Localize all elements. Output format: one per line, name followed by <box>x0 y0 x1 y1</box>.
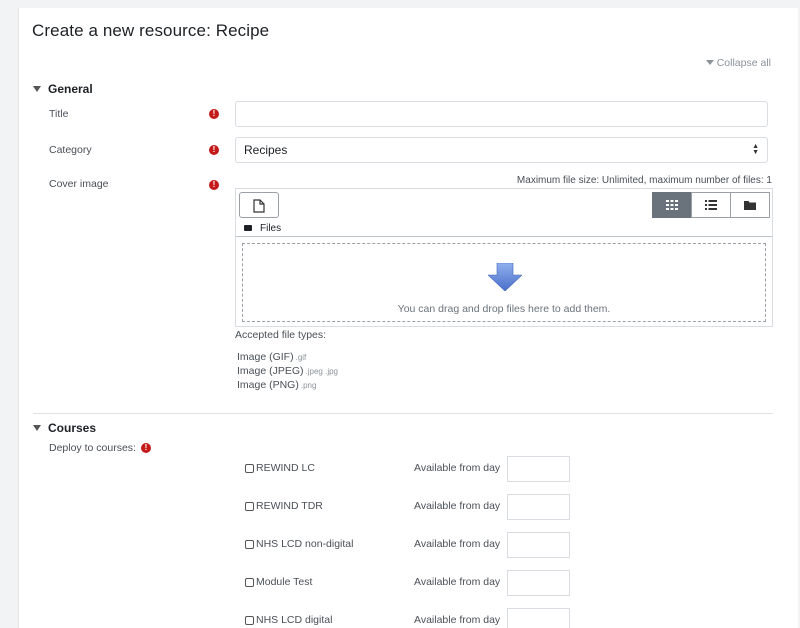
drop-zone-text: You can drag and drop files here to add … <box>397 303 611 315</box>
file-type-ext: .jpeg .jpg <box>305 367 338 376</box>
list-view-button[interactable] <box>691 192 731 218</box>
available-from-label: Available from day <box>414 614 501 626</box>
section-divider <box>33 413 773 414</box>
course-checkbox[interactable] <box>245 540 254 549</box>
section-general-heading: General <box>48 82 93 96</box>
available-from-input[interactable] <box>507 494 570 520</box>
required-icon: ! <box>209 180 219 190</box>
file-type-name: Image (GIF) <box>237 351 294 363</box>
course-checkbox[interactable] <box>245 578 254 587</box>
course-checkbox[interactable] <box>245 616 254 625</box>
course-row: NHS LCD non-digital Available from day <box>245 532 585 558</box>
collapse-all-link[interactable]: Collapse all <box>705 57 771 69</box>
file-type-ext: .gif <box>295 353 307 362</box>
category-select[interactable]: Recipes ▲ ▼ <box>235 137 768 163</box>
required-icon: ! <box>209 109 219 119</box>
accepted-types-label: Accepted file types: <box>235 329 327 341</box>
section-courses-toggle[interactable]: Courses <box>33 421 96 435</box>
folder-icon <box>744 201 756 210</box>
available-from-input[interactable] <box>507 456 570 482</box>
available-from-label: Available from day <box>414 576 501 588</box>
breadcrumb-files[interactable]: Files <box>260 223 281 234</box>
page-title: Create a new resource: Recipe <box>32 21 270 40</box>
section-courses-heading: Courses <box>48 421 97 435</box>
folder-icon <box>244 225 252 231</box>
form-card: Create a new resource: Recipe Collapse a… <box>18 8 798 628</box>
available-from-label: Available from day <box>414 462 501 474</box>
category-label: Category <box>49 144 92 156</box>
course-row: Module Test Available from day <box>245 570 585 596</box>
breadcrumb: Files <box>244 223 281 234</box>
course-row: REWIND LC Available from day <box>245 456 585 482</box>
caret-down-icon <box>33 425 41 431</box>
select-arrows-icon: ▲ ▼ <box>752 143 759 156</box>
title-input[interactable] <box>235 101 768 127</box>
available-from-label: Available from day <box>414 538 501 550</box>
cover-image-label: Cover image <box>49 178 109 190</box>
title-label: Title <box>49 108 69 120</box>
available-from-label: Available from day <box>414 500 501 512</box>
course-checkbox[interactable] <box>245 502 254 511</box>
file-type-name: Image (PNG) <box>237 379 299 391</box>
course-row: NHS LCD digital Available from day <box>245 608 585 628</box>
section-general-toggle[interactable]: General <box>33 82 93 96</box>
course-name: REWIND LC <box>256 462 315 474</box>
course-name: REWIND TDR <box>256 500 323 512</box>
file-type-item: Image (JPEG) .jpeg .jpg <box>237 365 338 377</box>
arrow-down-icon <box>488 263 522 291</box>
file-type-item: Image (PNG) .png <box>237 379 316 391</box>
divider <box>236 236 772 237</box>
available-from-input[interactable] <box>507 608 570 628</box>
file-type-item: Image (GIF) .gif <box>237 351 306 363</box>
file-type-name: Image (JPEG) <box>237 365 304 377</box>
file-drop-zone[interactable]: You can drag and drop files here to add … <box>242 243 766 322</box>
course-checkbox[interactable] <box>245 464 254 473</box>
file-icon <box>253 199 265 213</box>
grid-icon <box>666 200 678 210</box>
tree-view-button[interactable] <box>730 192 770 218</box>
grid-view-button[interactable] <box>652 192 692 218</box>
course-name: Module Test <box>256 576 313 588</box>
add-file-button[interactable] <box>239 192 279 218</box>
file-type-ext: .png <box>300 381 317 390</box>
max-file-size-note: Maximum file size: Unlimited, maximum nu… <box>516 175 772 186</box>
list-icon <box>705 200 717 210</box>
caret-down-icon <box>33 86 41 92</box>
available-from-input[interactable] <box>507 532 570 558</box>
course-row: REWIND TDR Available from day <box>245 494 585 520</box>
required-icon: ! <box>141 443 151 453</box>
caret-down-icon <box>705 60 714 65</box>
file-picker: Files You can drag and drop files here t… <box>235 188 773 327</box>
category-selected-value: Recipes <box>244 143 288 157</box>
course-name: NHS LCD digital <box>256 614 333 626</box>
course-name: NHS LCD non-digital <box>256 538 354 550</box>
available-from-input[interactable] <box>507 570 570 596</box>
required-icon: ! <box>209 145 219 155</box>
deploy-to-courses-label: Deploy to courses: <box>49 442 136 454</box>
collapse-all-label: Collapse all <box>716 57 771 69</box>
